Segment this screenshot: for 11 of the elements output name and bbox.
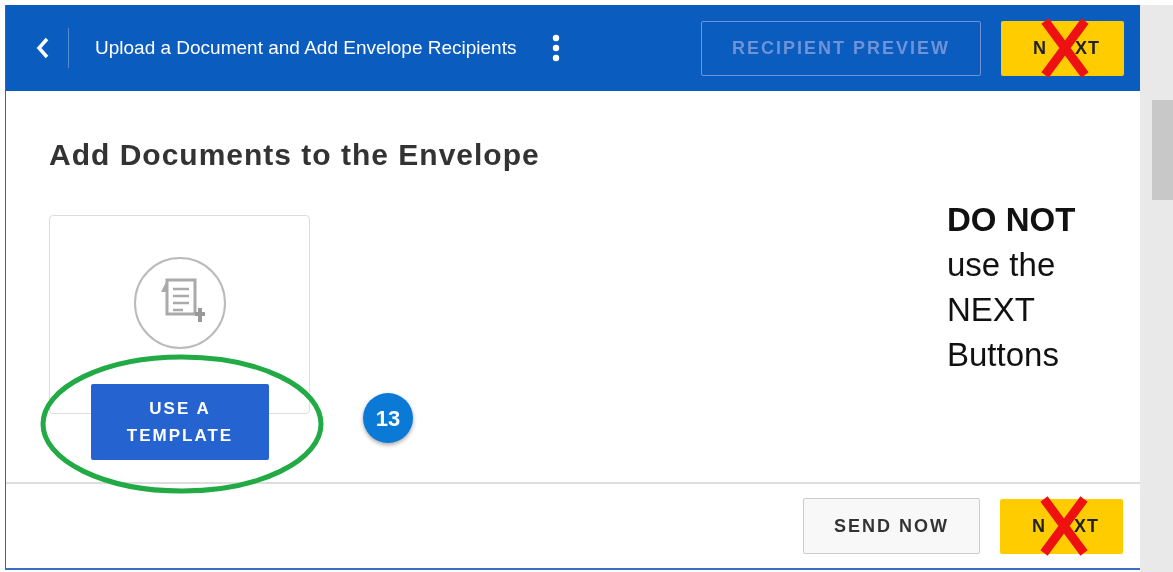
- section-heading: Add Documents to the Envelope: [49, 137, 540, 173]
- scrollbar[interactable]: [1140, 5, 1173, 572]
- kebab-menu-icon: [552, 34, 561, 62]
- send-button[interactable]: SEND NOW: [803, 498, 980, 554]
- annotation-note: DO NOT use the NEXT Buttons: [947, 200, 1077, 375]
- add-document-icon: [132, 256, 227, 350]
- page-title: Upload a Document and Add Envelope Recipients: [94, 35, 517, 60]
- chevron-left-icon: [36, 37, 50, 59]
- use-template-button[interactable]: USE A TEMPLATE: [91, 384, 269, 460]
- scrollbar-thumb[interactable]: [1152, 100, 1173, 200]
- step-badge: 13: [363, 393, 413, 443]
